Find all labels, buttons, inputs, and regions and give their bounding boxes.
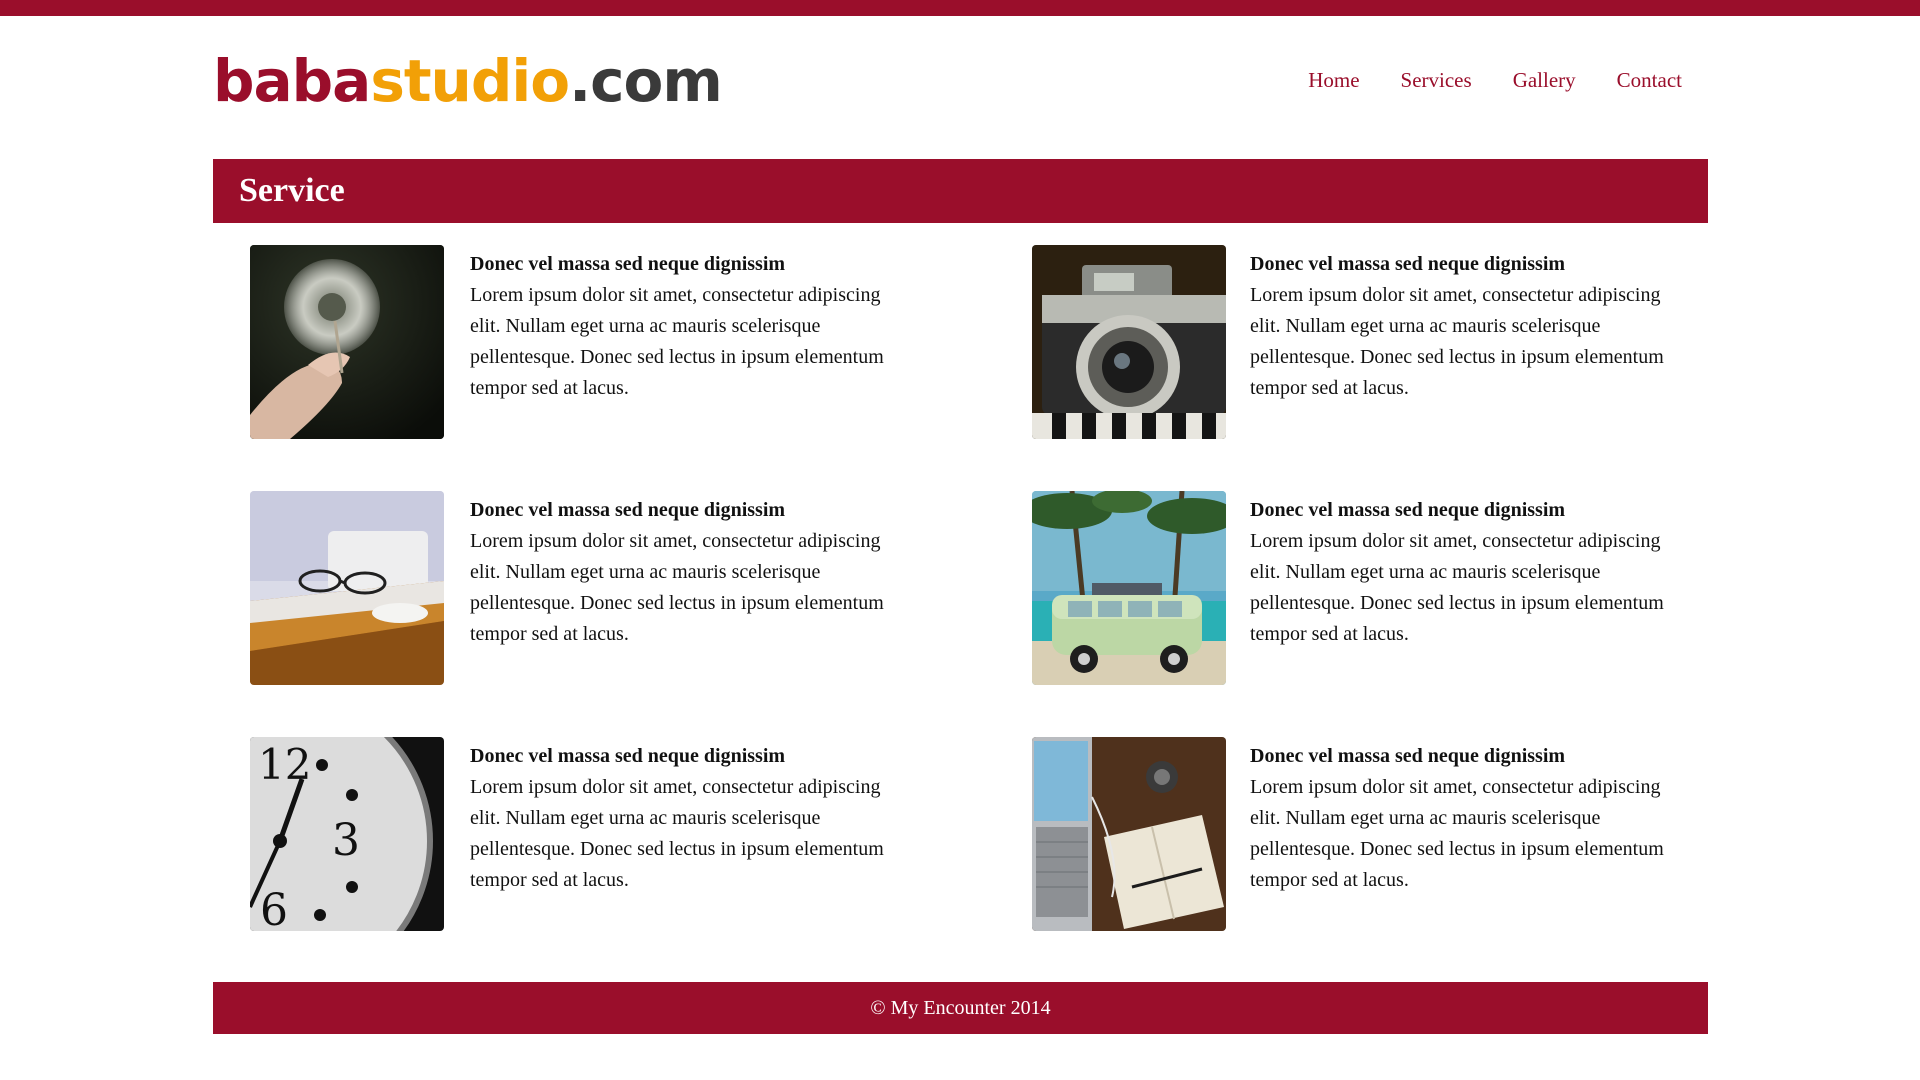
service-description: Lorem ipsum dolor sit amet, consectetur …	[1250, 284, 1664, 399]
site-logo[interactable]: babastudio.com	[213, 46, 723, 116]
service-text: Donec vel massa sed neque dignissim Lore…	[470, 495, 890, 650]
main-nav: Home Services Gallery Contact	[1267, 66, 1682, 94]
svg-text:6: 6	[260, 885, 288, 931]
service-image-van-beach	[1032, 491, 1226, 685]
service-text: Donec vel massa sed neque dignissim Lore…	[1250, 495, 1670, 650]
top-accent-bar	[0, 0, 1920, 16]
service-item: Donec vel massa sed neque dignissim Lore…	[1032, 245, 1732, 440]
section-title: Service	[239, 172, 345, 209]
service-title: Donec vel massa sed neque dignissim	[470, 253, 786, 275]
service-text: Donec vel massa sed neque dignissim Lore…	[470, 741, 890, 896]
service-title: Donec vel massa sed neque dignissim	[470, 499, 786, 521]
service-text: Donec vel massa sed neque dignissim Lore…	[1250, 249, 1670, 404]
service-image-camera	[1032, 245, 1226, 439]
service-item: Donec vel massa sed neque dignissim Lore…	[250, 491, 950, 686]
service-description: Lorem ipsum dolor sit amet, consectetur …	[1250, 776, 1664, 891]
nav-link-services[interactable]: Services	[1401, 66, 1472, 94]
service-title: Donec vel massa sed neque dignissim	[1250, 745, 1566, 767]
service-text: Donec vel massa sed neque dignissim Lore…	[470, 249, 890, 404]
logo-part-baba: baba	[213, 47, 371, 115]
service-title: Donec vel massa sed neque dignissim	[1250, 253, 1566, 275]
nav-link-gallery[interactable]: Gallery	[1513, 66, 1576, 94]
logo-part-com: .com	[569, 47, 723, 115]
service-item: Donec vel massa sed neque dignissim Lore…	[1032, 737, 1732, 932]
service-description: Lorem ipsum dolor sit amet, consectetur …	[1250, 530, 1664, 645]
service-description: Lorem ipsum dolor sit amet, consectetur …	[470, 776, 884, 891]
logo-part-studio: studio	[370, 47, 570, 115]
service-description: Lorem ipsum dolor sit amet, consectetur …	[470, 284, 884, 399]
svg-text:3: 3	[332, 815, 360, 866]
service-image-dandelion	[250, 245, 444, 439]
service-image-laptop-notebook	[1032, 737, 1226, 931]
nav-link-home[interactable]: Home	[1308, 66, 1359, 94]
service-image-clock: 12 3 6	[250, 737, 444, 931]
service-item: Donec vel massa sed neque dignissim Lore…	[1032, 491, 1732, 686]
section-header-bar: Service	[213, 159, 1708, 223]
nav-link-contact[interactable]: Contact	[1617, 66, 1682, 94]
service-text: Donec vel massa sed neque dignissim Lore…	[1250, 741, 1670, 896]
service-item: 12 3 6 Donec vel massa sed neque digniss…	[250, 737, 950, 932]
service-description: Lorem ipsum dolor sit amet, consectetur …	[470, 530, 884, 645]
service-title: Donec vel massa sed neque dignissim	[470, 745, 786, 767]
service-title: Donec vel massa sed neque dignissim	[1250, 499, 1566, 521]
footer-copyright: © My Encounter 2014	[870, 997, 1051, 1019]
service-image-desk-glasses	[250, 491, 444, 685]
site-footer: © My Encounter 2014	[213, 982, 1708, 1034]
site-header: babastudio.com Home Services Gallery Con…	[213, 16, 1708, 161]
service-item: Donec vel massa sed neque dignissim Lore…	[250, 245, 950, 440]
